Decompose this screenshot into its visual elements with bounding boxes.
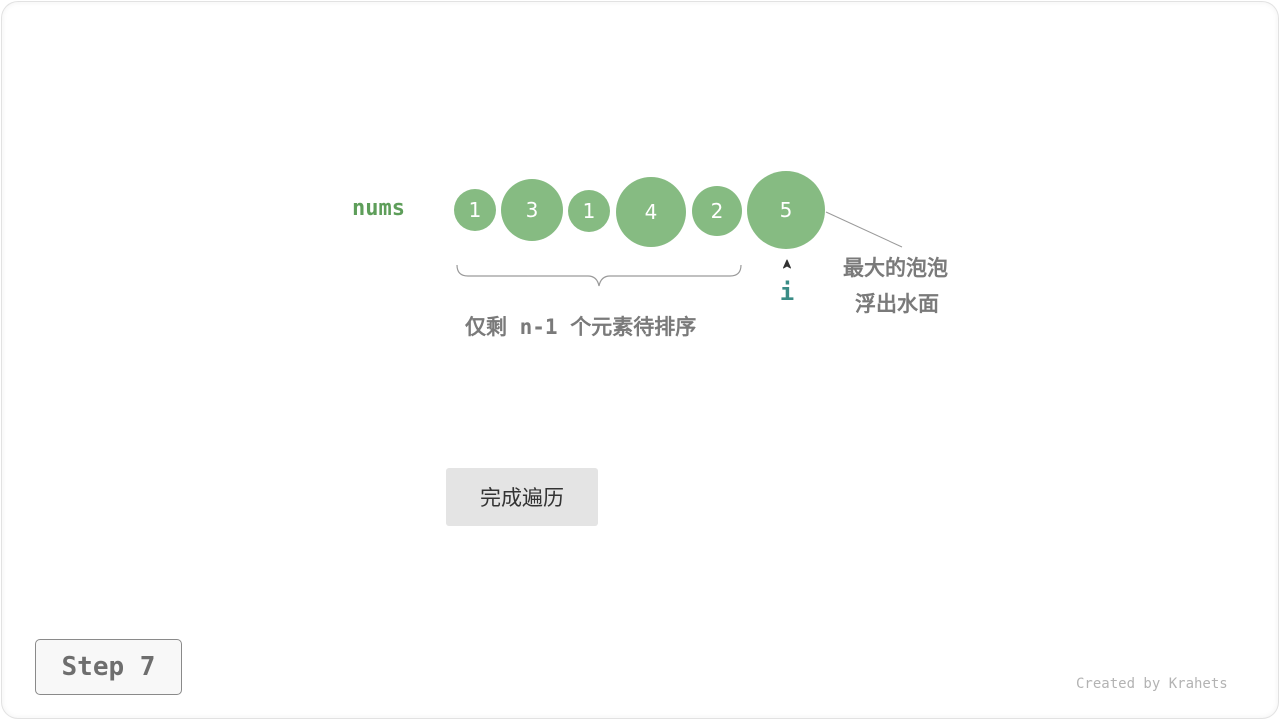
finish-traversal-button[interactable]: 完成遍历 (446, 468, 598, 526)
annotation-lines (456, 211, 903, 287)
step-indicator: Step 7 (35, 639, 182, 695)
pointer-arrow (783, 259, 791, 269)
bubble-caption-line1: 最大的泡泡 (843, 256, 948, 280)
callout-line (825, 211, 903, 248)
remaining-caption: 仅剩 n-1 个元素待排序 (465, 315, 697, 339)
credit-text: Created by Krahets (1076, 676, 1228, 692)
bubble-caption-line2: 浮出水面 (855, 292, 939, 316)
curly-brace (456, 264, 742, 287)
pointer-i-label: i (779, 278, 795, 306)
